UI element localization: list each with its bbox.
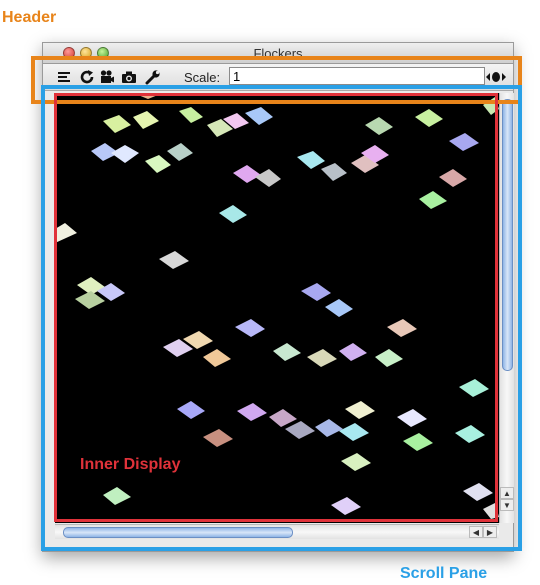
flocker — [255, 169, 281, 187]
window-title: Flockers — [253, 46, 303, 61]
flocker — [339, 423, 369, 441]
flocker — [403, 433, 433, 451]
flocker — [331, 497, 361, 515]
flockers-window: Flockers Scale: 1 ▲ ▼ ◀ ▶ — [42, 42, 514, 552]
flocker — [269, 409, 297, 427]
flocker — [365, 117, 393, 135]
flocker — [321, 163, 347, 181]
horizontal-scroll-thumb[interactable] — [63, 527, 293, 538]
flocker — [449, 133, 479, 151]
flocker — [315, 419, 343, 437]
flocker — [285, 421, 315, 439]
inner-display-annotation-label: Inner Display — [80, 456, 181, 473]
header-toolbar: Scale: — [43, 64, 513, 91]
header-annotation-label: Header — [2, 9, 57, 26]
scroll-up-button[interactable]: ▲ — [500, 487, 514, 499]
flocker — [397, 409, 427, 427]
flocker — [439, 169, 467, 187]
flocker — [483, 97, 499, 115]
flocker — [177, 401, 205, 419]
list-icon[interactable] — [57, 69, 73, 85]
flocker — [233, 165, 261, 183]
flocker — [203, 429, 233, 447]
flocker — [345, 401, 375, 419]
flocker — [235, 319, 265, 337]
scroll-pane-annotation-label: Scroll Pane — [400, 565, 488, 582]
flocker — [307, 349, 337, 367]
flocker — [245, 107, 273, 125]
flocker — [237, 403, 267, 421]
flocker — [273, 343, 301, 361]
flocker — [387, 319, 417, 337]
flocker — [55, 223, 77, 243]
flocker — [455, 425, 485, 443]
horizontal-scrollbar[interactable]: ◀ ▶ — [55, 524, 499, 539]
title-bar: Flockers — [43, 43, 513, 64]
vertical-scroll-thumb[interactable] — [502, 99, 513, 371]
flocker — [301, 283, 331, 301]
flocker — [219, 205, 247, 223]
flocker — [419, 191, 447, 209]
wrench-icon[interactable] — [145, 69, 161, 85]
flocker — [103, 115, 131, 133]
flocker — [145, 155, 171, 173]
refresh-icon[interactable] — [79, 69, 95, 85]
flocker — [138, 93, 158, 99]
flocker — [415, 109, 443, 127]
flocker — [341, 453, 371, 471]
flocker — [167, 143, 193, 161]
eye-icon[interactable] — [485, 68, 507, 86]
camera-icon[interactable] — [121, 69, 137, 85]
flocker — [103, 487, 131, 505]
scroll-right-button[interactable]: ▶ — [483, 526, 497, 538]
flocker — [483, 503, 499, 519]
flocker — [463, 483, 493, 501]
flocker — [75, 291, 105, 309]
flocker — [339, 343, 367, 361]
flocker — [203, 349, 231, 367]
movie-camera-icon[interactable] — [99, 69, 115, 85]
flocker — [375, 349, 403, 367]
scale-label: Scale: — [184, 70, 221, 85]
scroll-left-button[interactable]: ◀ — [469, 526, 483, 538]
vertical-scrollbar[interactable]: ▲ ▼ — [499, 93, 514, 523]
flocker — [159, 251, 189, 269]
flocker — [459, 379, 489, 397]
scale-input[interactable] — [229, 67, 485, 85]
flocker — [111, 145, 139, 163]
scroll-down-button[interactable]: ▼ — [500, 499, 514, 511]
flocker — [297, 151, 325, 169]
flocker — [133, 111, 159, 129]
flocker — [325, 299, 353, 317]
flocker — [179, 107, 203, 123]
